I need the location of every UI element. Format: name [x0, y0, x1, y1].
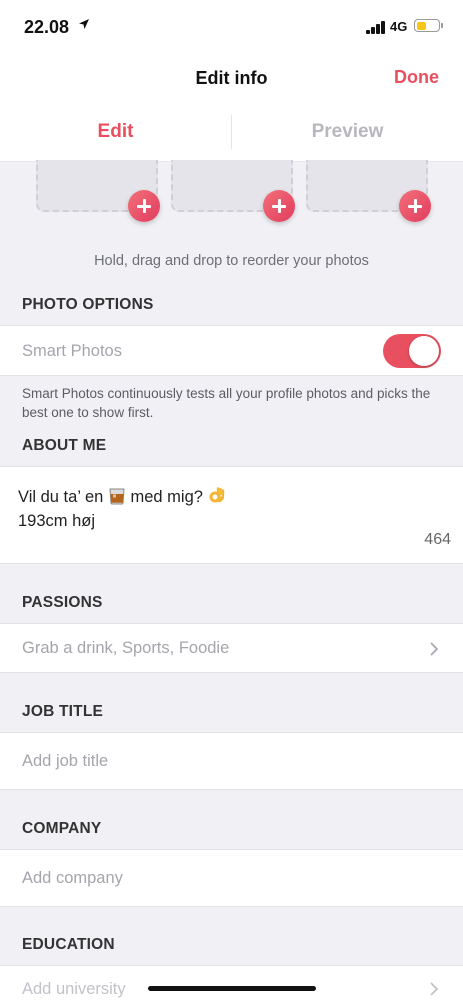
- section-header-about-me: ABOUT ME: [22, 437, 107, 454]
- whiskey-glass-icon: [109, 488, 125, 505]
- chevron-right-icon: [430, 982, 438, 996]
- company-placeholder: Add company: [22, 869, 123, 887]
- reorder-hint: Hold, drag and drop to reorder your phot…: [94, 253, 369, 269]
- edit-preview-tabs: Edit Preview: [0, 101, 463, 162]
- smart-photos-description: Smart Photos continuously tests all your…: [22, 386, 431, 420]
- job-title-field[interactable]: Add job title: [0, 732, 463, 790]
- about-line1-prefix: Vil du ta’ en: [18, 488, 104, 506]
- about-line1-suffix: med mig?: [130, 488, 203, 506]
- nav-bar: Edit info Done: [0, 56, 463, 101]
- section-header-education: EDUCATION: [22, 936, 115, 953]
- add-photo-button[interactable]: [263, 190, 295, 222]
- section-header-passions: PASSIONS: [22, 594, 103, 611]
- add-photo-button[interactable]: [128, 190, 160, 222]
- company-field[interactable]: Add company: [0, 849, 463, 907]
- smart-photos-label: Smart Photos: [22, 342, 122, 360]
- battery-icon: [414, 19, 443, 32]
- network-type: 4G: [390, 19, 408, 34]
- job-title-placeholder: Add job title: [22, 752, 109, 770]
- section-header-company: COMPANY: [22, 820, 102, 837]
- education-row[interactable]: Add university: [0, 965, 463, 1005]
- ok-hand-icon: [209, 487, 224, 503]
- smart-photos-toggle[interactable]: [383, 334, 441, 368]
- character-counter: 464: [424, 531, 451, 548]
- tab-edit[interactable]: Edit: [0, 121, 231, 143]
- status-bar: 22.08 4G: [0, 0, 463, 56]
- passions-value: Grab a drink, Sports, Foodie: [22, 639, 230, 657]
- chevron-right-icon: [430, 642, 438, 656]
- education-placeholder: Add university: [22, 980, 126, 998]
- about-me-text[interactable]: Vil du ta’ en med mig? 193cm høj: [18, 485, 226, 533]
- smart-photos-row: Smart Photos: [0, 325, 463, 376]
- about-me-field[interactable]: Vil du ta’ en med mig? 193cm høj 464: [0, 466, 463, 564]
- done-button[interactable]: Done: [394, 67, 439, 88]
- add-photo-button[interactable]: [399, 190, 431, 222]
- about-line2: 193cm høj: [18, 512, 96, 530]
- home-indicator[interactable]: [148, 986, 316, 991]
- passions-row[interactable]: Grab a drink, Sports, Foodie: [0, 623, 463, 673]
- status-time: 22.08: [24, 17, 70, 37]
- signal-icon: [366, 21, 386, 34]
- section-header-photo-options: PHOTO OPTIONS: [22, 296, 154, 313]
- tab-preview[interactable]: Preview: [232, 121, 463, 143]
- location-arrow-icon: [79, 19, 89, 29]
- section-header-job-title: JOB TITLE: [22, 703, 104, 720]
